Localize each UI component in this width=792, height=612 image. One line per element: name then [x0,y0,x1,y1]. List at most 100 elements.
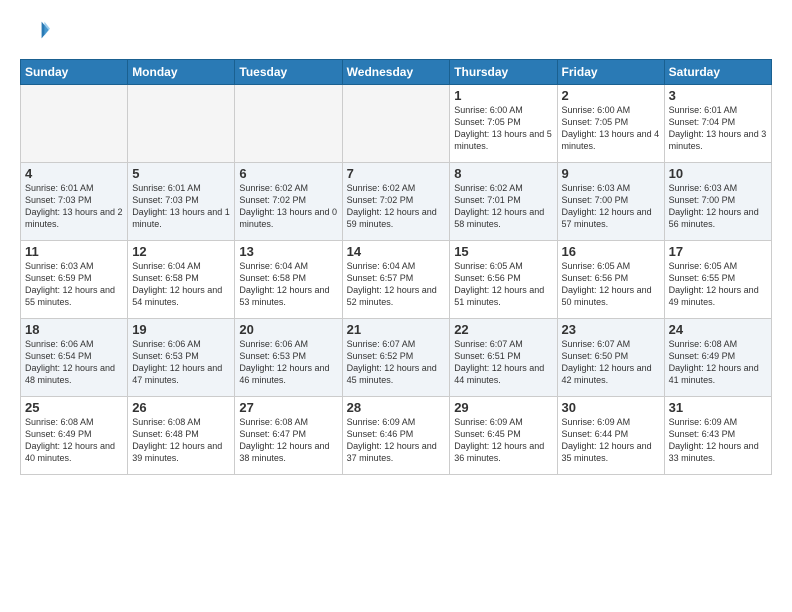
day-number: 17 [669,244,767,259]
calendar-cell: 5Sunrise: 6:01 AMSunset: 7:03 PMDaylight… [128,163,235,241]
day-number: 24 [669,322,767,337]
logo-icon [22,16,50,44]
calendar-cell: 30Sunrise: 6:09 AMSunset: 6:44 PMDayligh… [557,397,664,475]
calendar-cell: 24Sunrise: 6:08 AMSunset: 6:49 PMDayligh… [664,319,771,397]
day-info: Sunrise: 6:01 AMSunset: 7:04 PMDaylight:… [669,104,767,153]
day-number: 25 [25,400,123,415]
day-info: Sunrise: 6:08 AMSunset: 6:47 PMDaylight:… [239,416,337,465]
header [20,16,772,49]
day-info: Sunrise: 6:04 AMSunset: 6:58 PMDaylight:… [132,260,230,309]
day-info: Sunrise: 6:07 AMSunset: 6:52 PMDaylight:… [347,338,446,387]
calendar-cell: 7Sunrise: 6:02 AMSunset: 7:02 PMDaylight… [342,163,450,241]
calendar-cell: 17Sunrise: 6:05 AMSunset: 6:55 PMDayligh… [664,241,771,319]
calendar-week-2: 4Sunrise: 6:01 AMSunset: 7:03 PMDaylight… [21,163,772,241]
day-info: Sunrise: 6:02 AMSunset: 7:02 PMDaylight:… [347,182,446,231]
day-number: 16 [562,244,660,259]
day-info: Sunrise: 6:00 AMSunset: 7:05 PMDaylight:… [454,104,552,153]
day-info: Sunrise: 6:03 AMSunset: 7:00 PMDaylight:… [669,182,767,231]
day-info: Sunrise: 6:06 AMSunset: 6:54 PMDaylight:… [25,338,123,387]
calendar-cell [342,85,450,163]
day-info: Sunrise: 6:09 AMSunset: 6:43 PMDaylight:… [669,416,767,465]
day-info: Sunrise: 6:01 AMSunset: 7:03 PMDaylight:… [132,182,230,231]
calendar-cell: 27Sunrise: 6:08 AMSunset: 6:47 PMDayligh… [235,397,342,475]
day-header-friday: Friday [557,60,664,85]
calendar-cell: 31Sunrise: 6:09 AMSunset: 6:43 PMDayligh… [664,397,771,475]
day-info: Sunrise: 6:03 AMSunset: 6:59 PMDaylight:… [25,260,123,309]
day-number: 31 [669,400,767,415]
day-number: 27 [239,400,337,415]
day-number: 11 [25,244,123,259]
calendar-cell: 3Sunrise: 6:01 AMSunset: 7:04 PMDaylight… [664,85,771,163]
calendar-week-5: 25Sunrise: 6:08 AMSunset: 6:49 PMDayligh… [21,397,772,475]
day-number: 14 [347,244,446,259]
calendar-week-4: 18Sunrise: 6:06 AMSunset: 6:54 PMDayligh… [21,319,772,397]
day-number: 2 [562,88,660,103]
day-info: Sunrise: 6:04 AMSunset: 6:58 PMDaylight:… [239,260,337,309]
day-number: 20 [239,322,337,337]
calendar-cell: 10Sunrise: 6:03 AMSunset: 7:00 PMDayligh… [664,163,771,241]
day-number: 3 [669,88,767,103]
day-number: 30 [562,400,660,415]
day-number: 9 [562,166,660,181]
day-number: 29 [454,400,552,415]
day-number: 15 [454,244,552,259]
calendar-cell [235,85,342,163]
calendar-cell: 22Sunrise: 6:07 AMSunset: 6:51 PMDayligh… [450,319,557,397]
day-number: 7 [347,166,446,181]
day-number: 26 [132,400,230,415]
day-info: Sunrise: 6:04 AMSunset: 6:57 PMDaylight:… [347,260,446,309]
page: SundayMondayTuesdayWednesdayThursdayFrid… [0,0,792,485]
day-number: 5 [132,166,230,181]
day-info: Sunrise: 6:08 AMSunset: 6:49 PMDaylight:… [25,416,123,465]
calendar-cell [128,85,235,163]
calendar-header-row: SundayMondayTuesdayWednesdayThursdayFrid… [21,60,772,85]
calendar-cell: 20Sunrise: 6:06 AMSunset: 6:53 PMDayligh… [235,319,342,397]
day-info: Sunrise: 6:00 AMSunset: 7:05 PMDaylight:… [562,104,660,153]
calendar-cell: 1Sunrise: 6:00 AMSunset: 7:05 PMDaylight… [450,85,557,163]
day-info: Sunrise: 6:05 AMSunset: 6:55 PMDaylight:… [669,260,767,309]
day-number: 23 [562,322,660,337]
calendar-cell: 21Sunrise: 6:07 AMSunset: 6:52 PMDayligh… [342,319,450,397]
day-info: Sunrise: 6:06 AMSunset: 6:53 PMDaylight:… [239,338,337,387]
day-number: 4 [25,166,123,181]
calendar-cell: 9Sunrise: 6:03 AMSunset: 7:00 PMDaylight… [557,163,664,241]
logo [20,16,50,49]
calendar-cell: 11Sunrise: 6:03 AMSunset: 6:59 PMDayligh… [21,241,128,319]
calendar-cell: 4Sunrise: 6:01 AMSunset: 7:03 PMDaylight… [21,163,128,241]
day-number: 10 [669,166,767,181]
day-number: 28 [347,400,446,415]
day-number: 18 [25,322,123,337]
calendar-cell: 29Sunrise: 6:09 AMSunset: 6:45 PMDayligh… [450,397,557,475]
day-header-sunday: Sunday [21,60,128,85]
day-info: Sunrise: 6:08 AMSunset: 6:49 PMDaylight:… [669,338,767,387]
calendar-week-1: 1Sunrise: 6:00 AMSunset: 7:05 PMDaylight… [21,85,772,163]
calendar-cell: 23Sunrise: 6:07 AMSunset: 6:50 PMDayligh… [557,319,664,397]
day-header-saturday: Saturday [664,60,771,85]
calendar-cell: 14Sunrise: 6:04 AMSunset: 6:57 PMDayligh… [342,241,450,319]
day-info: Sunrise: 6:02 AMSunset: 7:02 PMDaylight:… [239,182,337,231]
day-number: 19 [132,322,230,337]
day-number: 1 [454,88,552,103]
calendar-cell: 13Sunrise: 6:04 AMSunset: 6:58 PMDayligh… [235,241,342,319]
calendar-table: SundayMondayTuesdayWednesdayThursdayFrid… [20,59,772,475]
day-info: Sunrise: 6:09 AMSunset: 6:45 PMDaylight:… [454,416,552,465]
day-info: Sunrise: 6:02 AMSunset: 7:01 PMDaylight:… [454,182,552,231]
day-info: Sunrise: 6:01 AMSunset: 7:03 PMDaylight:… [25,182,123,231]
day-info: Sunrise: 6:05 AMSunset: 6:56 PMDaylight:… [454,260,552,309]
day-info: Sunrise: 6:09 AMSunset: 6:44 PMDaylight:… [562,416,660,465]
calendar-cell [21,85,128,163]
calendar-cell: 19Sunrise: 6:06 AMSunset: 6:53 PMDayligh… [128,319,235,397]
day-number: 13 [239,244,337,259]
day-header-tuesday: Tuesday [235,60,342,85]
calendar-cell: 25Sunrise: 6:08 AMSunset: 6:49 PMDayligh… [21,397,128,475]
day-header-monday: Monday [128,60,235,85]
day-info: Sunrise: 6:08 AMSunset: 6:48 PMDaylight:… [132,416,230,465]
calendar-cell: 6Sunrise: 6:02 AMSunset: 7:02 PMDaylight… [235,163,342,241]
day-header-thursday: Thursday [450,60,557,85]
day-number: 22 [454,322,552,337]
day-number: 21 [347,322,446,337]
calendar-cell: 15Sunrise: 6:05 AMSunset: 6:56 PMDayligh… [450,241,557,319]
day-info: Sunrise: 6:06 AMSunset: 6:53 PMDaylight:… [132,338,230,387]
day-info: Sunrise: 6:07 AMSunset: 6:51 PMDaylight:… [454,338,552,387]
day-header-wednesday: Wednesday [342,60,450,85]
